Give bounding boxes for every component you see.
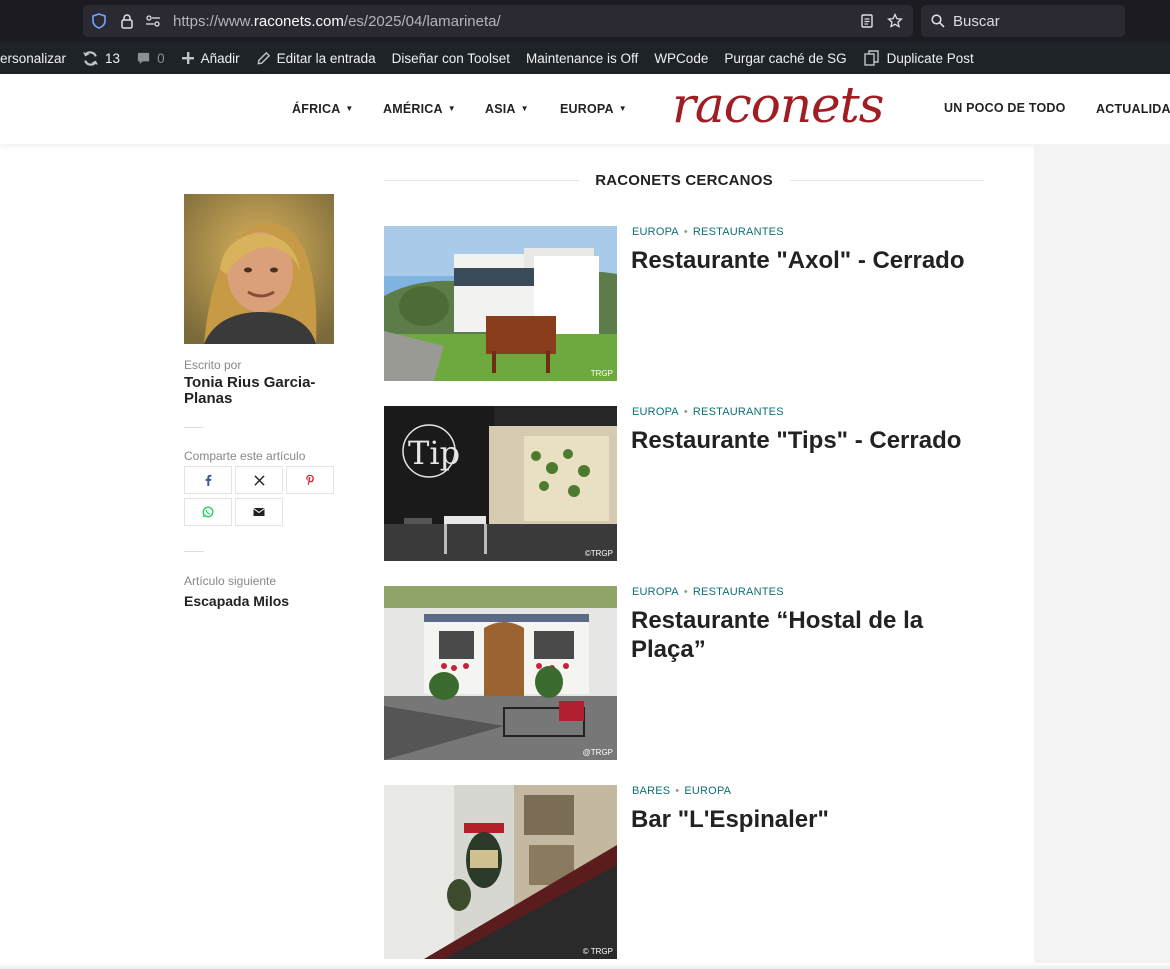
pinterest-icon — [306, 474, 314, 486]
toolset-link[interactable]: Diseñar con Toolset — [392, 51, 510, 66]
category-link[interactable]: RESTAURANTES — [693, 586, 784, 598]
site-logo[interactable]: raconets — [672, 76, 884, 134]
edit-post-link[interactable]: Editar la entrada — [256, 51, 376, 66]
post-title[interactable]: Restaurante “Hostal de la Plaça” — [631, 606, 991, 664]
facebook-icon — [205, 474, 212, 486]
page-bottom-edge — [0, 963, 1170, 969]
post-thumbnail[interactable]: Tip ©TRGP — [384, 406, 617, 561]
nav-asia[interactable]: ASIA ▼ — [485, 102, 529, 116]
category-link[interactable]: RESTAURANTES — [693, 406, 784, 418]
search-icon — [931, 14, 945, 28]
whatsapp-icon — [202, 506, 214, 518]
x-icon — [253, 474, 265, 486]
share-facebook-button[interactable] — [184, 466, 232, 494]
author-name[interactable]: Tonia Rius Garcia-Planas — [184, 375, 344, 407]
duplicate-icon — [863, 50, 879, 66]
heading-line — [790, 180, 984, 181]
nav-africa[interactable]: ÁFRICA ▼ — [292, 102, 354, 116]
divider — [184, 427, 204, 428]
chevron-down-icon: ▼ — [345, 104, 354, 113]
image-watermark: @TRGP — [582, 748, 613, 757]
related-heading: RACONETS CERCANOS — [595, 172, 773, 189]
category-link[interactable]: EUROPA — [632, 226, 679, 238]
image-watermark: © TRGP — [582, 947, 613, 956]
shield-icon[interactable] — [91, 13, 107, 29]
svg-text:Tip: Tip — [408, 434, 460, 472]
next-article-link[interactable]: Escapada Milos — [184, 593, 289, 609]
post-thumbnail[interactable]: TRGP — [384, 226, 617, 381]
purge-cache-link[interactable]: Purgar caché de SG — [724, 51, 846, 66]
permissions-icon[interactable] — [145, 13, 161, 29]
post-title[interactable]: Restaurante "Axol" - Cerrado — [631, 246, 991, 275]
post-thumbnail[interactable]: © TRGP — [384, 785, 617, 959]
post-title[interactable]: Bar "L'Espinaler" — [631, 805, 991, 834]
share-email-button[interactable] — [235, 498, 283, 526]
post-categories: EUROPA • RESTAURANTES — [632, 586, 784, 598]
browser-toolbar: https://www.raconets.com/es/2025/04/lama… — [0, 0, 1170, 42]
heading-line — [384, 180, 579, 181]
site-header: ÁFRICA ▼ AMÉRICA ▼ ASIA ▼ EUROPA ▼ raconets … — [0, 74, 1170, 144]
chevron-down-icon: ▼ — [618, 104, 627, 113]
reader-view-icon[interactable] — [859, 13, 875, 29]
post-categories: EUROPA • RESTAURANTES — [632, 406, 784, 418]
nav-america[interactable]: AMÉRICA ▼ — [383, 102, 456, 116]
category-link[interactable]: EUROPA — [632, 406, 679, 418]
written-by-label: Escrito por — [184, 358, 242, 372]
wp-admin-bar: ersonalizar 13 0 Añadir Editar la entrad… — [0, 42, 1170, 74]
bookmark-star-icon[interactable] — [887, 13, 903, 29]
url-text[interactable]: https://www.raconets.com/es/2025/04/lama… — [173, 13, 501, 30]
chevron-down-icon: ▼ — [520, 104, 529, 113]
post-categories: EUROPA • RESTAURANTES — [632, 226, 784, 238]
image-watermark: TRGP — [590, 369, 613, 378]
customize-link[interactable]: ersonalizar — [0, 51, 66, 66]
nav-un-poco-de-todo[interactable]: UN POCO DE TODO — [944, 101, 1066, 115]
share-pinterest-button[interactable] — [286, 466, 334, 494]
post-thumbnail[interactable]: @TRGP — [384, 586, 617, 760]
right-gutter — [1034, 144, 1170, 969]
category-link[interactable]: BARES — [632, 785, 670, 797]
search-input[interactable]: Buscar — [921, 5, 1125, 37]
share-x-button[interactable] — [235, 466, 283, 494]
comments-link[interactable]: 0 — [136, 51, 165, 66]
post-title[interactable]: Restaurante "Tips" - Cerrado — [631, 426, 991, 455]
category-link[interactable]: RESTAURANTES — [693, 226, 784, 238]
wpcode-link[interactable]: WPCode — [654, 51, 708, 66]
refresh-icon — [83, 50, 98, 66]
updates-link[interactable]: 13 — [82, 50, 120, 67]
image-watermark: ©TRGP — [584, 549, 613, 558]
email-icon — [253, 508, 265, 516]
comment-icon — [137, 52, 150, 64]
category-link[interactable]: EUROPA — [684, 785, 731, 797]
post-categories: BARES • EUROPA — [632, 785, 732, 797]
divider — [184, 551, 204, 552]
duplicate-post-link[interactable]: Duplicate Post — [863, 49, 974, 67]
author-avatar[interactable] — [184, 194, 334, 344]
plus-icon — [181, 52, 194, 64]
next-article-label: Artículo siguiente — [184, 574, 277, 588]
share-whatsapp-button[interactable] — [184, 498, 232, 526]
maintenance-link[interactable]: Maintenance is Off — [526, 51, 638, 66]
add-new-link[interactable]: Añadir — [181, 51, 240, 66]
share-label: Comparte este artículo — [184, 449, 306, 463]
nav-europa[interactable]: EUROPA ▼ — [560, 102, 627, 116]
pencil-icon — [257, 51, 270, 64]
search-placeholder: Buscar — [953, 13, 1000, 30]
nav-actualidad[interactable]: ACTUALIDAD — [1096, 102, 1170, 116]
category-link[interactable]: EUROPA — [632, 586, 679, 598]
chevron-down-icon: ▼ — [447, 104, 456, 113]
address-bar[interactable]: https://www.raconets.com/es/2025/04/lama… — [83, 5, 913, 37]
lock-icon[interactable] — [119, 13, 135, 29]
